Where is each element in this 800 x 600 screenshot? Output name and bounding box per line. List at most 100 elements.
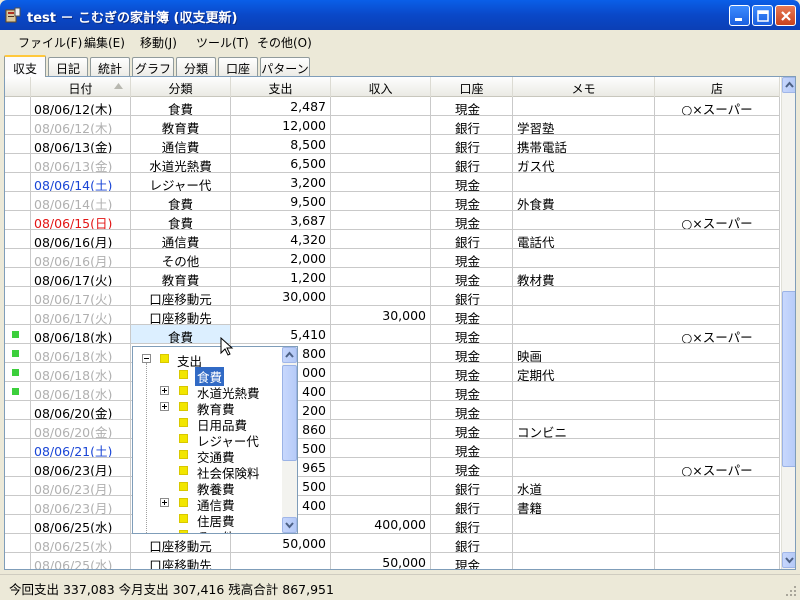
row-memo[interactable]: 携帯電話	[513, 135, 655, 153]
row-category[interactable]: 食費	[131, 192, 231, 210]
row-date[interactable]: 08/06/15(日)	[31, 211, 131, 229]
row-income[interactable]	[331, 116, 431, 134]
row-store[interactable]	[655, 439, 780, 457]
tree-node-category[interactable]: レジャー代	[133, 431, 281, 449]
row-mark-cell[interactable]	[5, 154, 31, 172]
expand-icon[interactable]	[160, 402, 169, 411]
row-store[interactable]	[655, 496, 780, 514]
row-mark-cell[interactable]	[5, 116, 31, 134]
header-mark[interactable]	[5, 77, 31, 97]
row-mark-cell[interactable]	[5, 458, 31, 476]
row-date[interactable]: 08/06/23(月)	[31, 477, 131, 495]
row-account[interactable]: 銀行	[431, 496, 513, 514]
row-income[interactable]	[331, 496, 431, 514]
row-date[interactable]: 08/06/20(金)	[31, 420, 131, 438]
row-account[interactable]: 現金	[431, 420, 513, 438]
row-category[interactable]: 食費	[131, 211, 231, 229]
row-mark-cell[interactable]	[5, 515, 31, 533]
row-account[interactable]: 現金	[431, 268, 513, 286]
row-date[interactable]: 08/06/17(火)	[31, 306, 131, 324]
row-store[interactable]	[655, 287, 780, 305]
row-expense[interactable]: 3,687	[231, 211, 331, 229]
tab-diary[interactable]: 日記	[48, 57, 88, 76]
row-mark-cell[interactable]	[5, 344, 31, 362]
row-memo[interactable]	[513, 173, 655, 191]
table-row[interactable]: 08/06/12(木) 教育費 12,000 銀行 学習塾	[5, 116, 780, 135]
row-account[interactable]: 現金	[431, 553, 513, 569]
row-store[interactable]: ○×スーパー	[655, 458, 780, 476]
category-dropdown[interactable]: 支出 食費水道光熱費教育費日用品費レジャー代交通費社会保険料教養費通信費住居費そ…	[132, 346, 298, 534]
row-income[interactable]	[331, 97, 431, 115]
row-mark-cell[interactable]	[5, 173, 31, 191]
table-row[interactable]: 08/06/14(土) 食費 9,500 現金 外食費	[5, 192, 780, 211]
row-account[interactable]: 現金	[431, 344, 513, 362]
row-memo[interactable]	[513, 401, 655, 419]
row-category[interactable]: その他	[131, 249, 231, 267]
row-store[interactable]	[655, 363, 780, 381]
row-mark-cell[interactable]	[5, 192, 31, 210]
menu-edit[interactable]: 編集(E)	[84, 34, 125, 51]
collapse-icon[interactable]	[142, 354, 151, 363]
dropdown-scrollbar[interactable]	[282, 347, 297, 533]
row-mark-cell[interactable]	[5, 287, 31, 305]
scroll-thumb[interactable]	[782, 291, 795, 467]
header-account[interactable]: 口座	[431, 77, 513, 97]
row-memo[interactable]: 水道	[513, 477, 655, 495]
tree-node-category[interactable]: 食費	[133, 367, 281, 386]
row-store[interactable]	[655, 420, 780, 438]
row-memo[interactable]	[513, 306, 655, 324]
tab-graph[interactable]: グラフ	[132, 57, 174, 76]
tree-node-category[interactable]: その他	[133, 527, 281, 533]
row-date[interactable]: 08/06/25(水)	[31, 534, 131, 552]
row-category[interactable]: 通信費	[131, 230, 231, 248]
row-income[interactable]: 30,000	[331, 306, 431, 324]
row-income[interactable]	[331, 154, 431, 172]
close-button[interactable]	[775, 5, 796, 26]
row-mark-cell[interactable]	[5, 97, 31, 115]
header-category[interactable]: 分類	[131, 77, 231, 97]
row-date[interactable]: 08/06/21(土)	[31, 439, 131, 457]
maximize-button[interactable]	[752, 5, 773, 26]
row-account[interactable]: 現金	[431, 382, 513, 400]
menu-other[interactable]: その他(O)	[257, 34, 312, 51]
row-account[interactable]: 現金	[431, 306, 513, 324]
row-memo[interactable]	[513, 97, 655, 115]
table-row[interactable]: 08/06/25(水) 口座移動先 50,000 現金	[5, 553, 780, 569]
row-store[interactable]	[655, 135, 780, 153]
row-account[interactable]: 現金	[431, 173, 513, 191]
row-date[interactable]: 08/06/12(木)	[31, 116, 131, 134]
row-income[interactable]	[331, 439, 431, 457]
row-mark-cell[interactable]	[5, 439, 31, 457]
scroll-up-button[interactable]	[782, 77, 795, 93]
row-memo[interactable]	[513, 325, 655, 343]
row-store[interactable]: ○×スーパー	[655, 211, 780, 229]
menu-file[interactable]: ファイル(F)	[18, 34, 82, 51]
row-store[interactable]	[655, 515, 780, 533]
row-expense[interactable]: 1,200	[231, 268, 331, 286]
row-expense[interactable]: 4,320	[231, 230, 331, 248]
row-expense[interactable]: 9,500	[231, 192, 331, 210]
row-income[interactable]	[331, 458, 431, 476]
row-income[interactable]	[331, 135, 431, 153]
row-income[interactable]	[331, 249, 431, 267]
row-date[interactable]: 08/06/20(金)	[31, 401, 131, 419]
table-row[interactable]: 08/06/25(水) 400,000 銀行	[5, 515, 780, 534]
row-mark-cell[interactable]	[5, 325, 31, 343]
row-mark-cell[interactable]	[5, 401, 31, 419]
row-income[interactable]	[331, 534, 431, 552]
row-category[interactable]: 口座移動先	[131, 306, 231, 324]
tree-node-category[interactable]: 水道光熱費	[133, 383, 281, 401]
row-date[interactable]: 08/06/16(月)	[31, 249, 131, 267]
table-row[interactable]: 08/06/20(金) 860 現金 コンビニ	[5, 420, 780, 439]
tab-account[interactable]: 口座	[218, 57, 258, 76]
row-category[interactable]: 食費	[131, 325, 231, 343]
row-store[interactable]: ○×スーパー	[655, 97, 780, 115]
table-row[interactable]: 08/06/14(土) レジャー代 3,200 現金	[5, 173, 780, 192]
row-memo[interactable]	[513, 382, 655, 400]
row-expense[interactable]: 3,200	[231, 173, 331, 191]
row-expense[interactable]	[231, 553, 331, 569]
row-store[interactable]	[655, 116, 780, 134]
row-expense[interactable]: 50,000	[231, 534, 331, 552]
row-expense[interactable]: 30,000	[231, 287, 331, 305]
row-memo[interactable]: 書籍	[513, 496, 655, 514]
